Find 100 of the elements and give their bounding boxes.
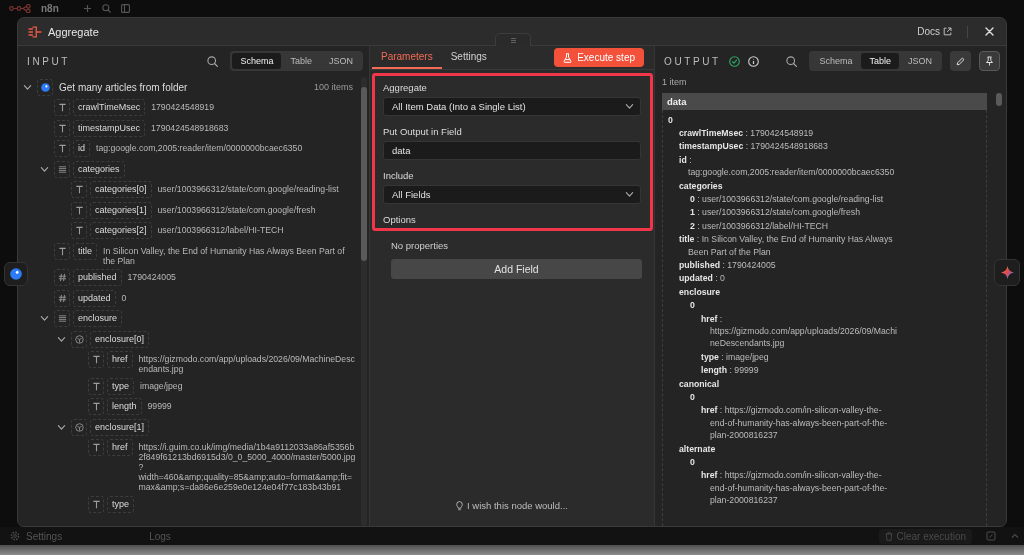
- text-type-icon: [88, 351, 104, 369]
- key-value-text: 2 : user/1003966312/label/HI-TECH: [690, 219, 829, 233]
- dot-icon: [10, 268, 22, 280]
- view-tab[interactable]: Schema: [232, 53, 282, 69]
- flask-icon: [563, 52, 573, 63]
- view-tab[interactable]: JSON: [900, 53, 940, 69]
- field-key: published: [73, 269, 122, 287]
- list-icon: [54, 160, 70, 178]
- text-type-icon: [54, 242, 70, 260]
- key-value-text: updated : 0: [679, 272, 725, 286]
- text-type-icon: [88, 495, 104, 513]
- field-value: 1790424548918683: [150, 121, 229, 133]
- text-type-icon: [54, 119, 70, 137]
- table-key: 0: [668, 113, 677, 127]
- field-value: 1790424005: [126, 271, 176, 283]
- dropdown-select[interactable]: All Item Data (Into a Single List): [383, 97, 641, 116]
- floating-button[interactable]: [994, 259, 1020, 286]
- key-value-text: timestampUsec : 1790424548918683: [679, 140, 828, 154]
- cube-icon: [71, 330, 87, 348]
- key-value-text: id : tag:google.com,2005:reader/item/0000000bcaec6350: [679, 153, 896, 180]
- edit-button[interactable]: [950, 51, 971, 71]
- key-value-text: published : 1790424005: [679, 258, 776, 272]
- dialog-title: Aggregate: [48, 25, 99, 38]
- field-value: https://i.guim.co.uk/img/media/1b4a9112033a86af5356b2f849f61213bd6915d3/0_0_5000_4000/master/5000.jpg?width=460&amp;quality=85&amp;auto=format&amp;fit=max&amp;s=da86e6e259e0e124e04f77c183b43b91: [137, 441, 357, 493]
- docs-link[interactable]: Docs: [917, 26, 952, 37]
- field-key: categories[2]: [90, 222, 152, 240]
- panel-heading: INPUT: [27, 55, 70, 67]
- key-value-text: type : image/jpeg: [701, 350, 769, 364]
- scrollbar-thumb[interactable]: [361, 87, 367, 261]
- text-type-icon: [54, 140, 70, 158]
- empty-text: No properties: [391, 240, 450, 251]
- text-type-icon: [71, 201, 87, 219]
- add-field-button[interactable]: Add Field: [391, 259, 642, 279]
- chevron-down-icon[interactable]: [23, 82, 32, 92]
- field-key: updated: [73, 289, 116, 307]
- drag-handle[interactable]: [495, 33, 531, 46]
- field-value: 0: [120, 291, 127, 303]
- search-icon[interactable]: [207, 55, 219, 67]
- field-key: length: [107, 398, 142, 416]
- field-key: categories: [73, 160, 125, 178]
- scrollbar[interactable]: [361, 77, 367, 526]
- grip-icon: [509, 36, 517, 44]
- panel-tab[interactable]: Parameters: [372, 46, 442, 69]
- chevron-down-icon[interactable]: [40, 164, 49, 174]
- field-key: type: [107, 495, 134, 513]
- pin-button[interactable]: [979, 51, 1000, 71]
- field-label: Include: [383, 170, 415, 181]
- field-value: user/1003966312/label/HI-TECH: [156, 224, 284, 236]
- text-type-icon: [88, 398, 104, 416]
- key-value-text: href : https://gizmodo.com/in-silicon-valley-the-end-of-humanity-has-always-been-part-of-the-plan-2000816237: [701, 404, 889, 443]
- pin-icon: [985, 56, 994, 66]
- field-key: enclosure[1]: [90, 418, 150, 436]
- chevron-down-icon[interactable]: [57, 422, 66, 432]
- key-value-text: length : 99999: [701, 364, 759, 378]
- field-key: categories[0]: [90, 181, 152, 199]
- item-count: 100 items: [313, 80, 354, 94]
- node-name: Get many articles from folder: [59, 80, 188, 95]
- merge-bracket-icon: [28, 25, 42, 38]
- dropdown-select[interactable]: All Fields: [383, 185, 641, 204]
- chevron-down-icon[interactable]: [40, 314, 49, 324]
- field-value: 99999: [146, 400, 172, 412]
- text-input[interactable]: data: [383, 141, 641, 160]
- sidebar-panel-icon[interactable]: [120, 4, 130, 13]
- chevron-down-icon[interactable]: [57, 334, 66, 344]
- section-heading: Options: [383, 214, 417, 225]
- close-button[interactable]: [983, 25, 996, 38]
- column-header: data: [662, 93, 987, 110]
- key-value-text: href : https://gizmodo.com/in-silicon-valley-the-end-of-humanity-has-always-been-part-of-the-plan-2000816237: [701, 469, 889, 508]
- table-key: 0: [690, 298, 699, 313]
- view-tab[interactable]: Table: [861, 53, 899, 69]
- view-tab[interactable]: JSON: [321, 53, 361, 69]
- hash-icon: [54, 269, 70, 287]
- field-value: tag:google.com,2005:reader/item/0000000bcaec6350: [95, 142, 303, 154]
- floating-button[interactable]: [4, 262, 28, 286]
- view-tab[interactable]: Schema: [811, 53, 861, 69]
- key-value-text: crawlTimeMsec : 1790424548919: [679, 126, 814, 140]
- list-icon: [54, 310, 70, 328]
- view-tab[interactable]: Table: [282, 53, 320, 69]
- field-value: https://gizmodo.com/app/uploads/2026/09/MachineDescendants.jpg: [137, 353, 356, 375]
- key-value-text: 0 : user/1003966312/state/com.google/reading-list: [690, 192, 884, 206]
- info-icon[interactable]: [747, 55, 759, 67]
- sparkle-icon: [1000, 266, 1014, 279]
- gear-icon: [10, 531, 20, 541]
- close-icon: [985, 27, 994, 36]
- field-key: type: [107, 377, 134, 395]
- logo-text: n8n: [41, 3, 59, 14]
- scrollbar-thumb[interactable]: [996, 93, 1002, 106]
- text-type-icon: [88, 377, 104, 395]
- text-type-icon: [71, 181, 87, 199]
- table-key: categories: [679, 179, 723, 193]
- panel-heading: OUTPUT: [664, 55, 721, 67]
- feedback-link[interactable]: I wish this node would...: [456, 500, 568, 511]
- external-link-icon: [943, 27, 952, 36]
- panel-tab[interactable]: Settings: [441, 46, 496, 69]
- key-value-text: title : In Silicon Valley, the End of Humanity Has Always Been Part of the Plan: [679, 233, 894, 259]
- search-icon[interactable]: [786, 55, 798, 67]
- key-value-text: href : https://gizmodo.com/app/uploads/2026/09/MachineDescendants.jpg: [701, 312, 898, 351]
- plus-icon[interactable]: [82, 4, 92, 13]
- trash-icon: [884, 531, 893, 541]
- key-value-text: 1 : user/1003966312/state/com.google/fresh: [690, 206, 861, 220]
